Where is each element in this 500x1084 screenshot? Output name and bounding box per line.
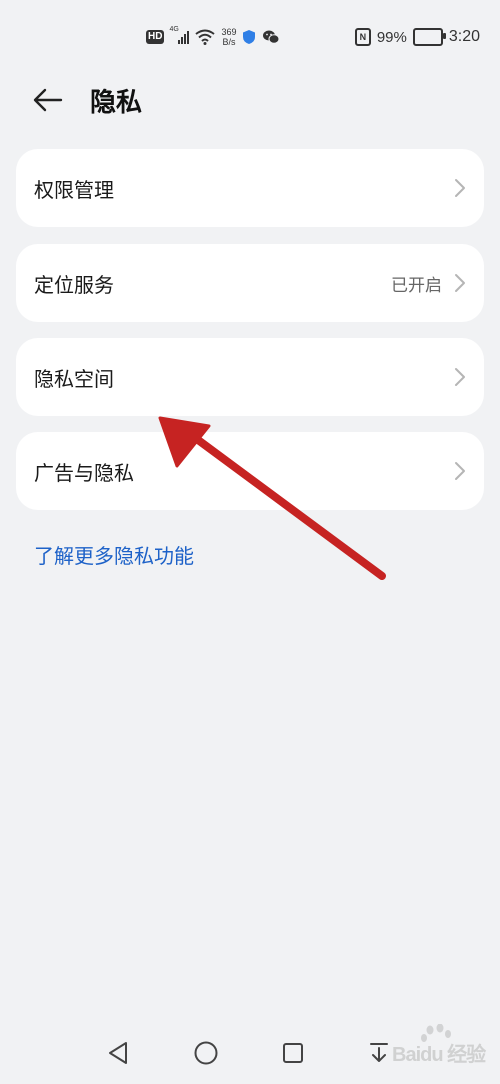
baidu-watermark: Baidu 经验 <box>390 1024 490 1080</box>
private-space-label: 隐私空间 <box>34 366 114 391</box>
shield-icon <box>243 30 256 44</box>
nav-back-button[interactable] <box>106 1040 130 1066</box>
network-speed: 369 B/s <box>221 27 237 47</box>
back-button[interactable] <box>24 80 72 120</box>
permission-management-item[interactable]: 权限管理 <box>16 149 484 227</box>
chevron-right-icon <box>455 179 465 197</box>
location-service-status: 已开启 <box>391 275 442 296</box>
nfc-icon: N <box>354 28 371 46</box>
location-service-label: 定位服务 <box>34 272 114 297</box>
page-title: 隐私 <box>90 88 143 118</box>
hd-badge: HD <box>146 30 165 44</box>
status-left-icons: HD 4G 369 B/s <box>146 24 280 50</box>
nav-notification-drawer-button[interactable] <box>368 1040 390 1066</box>
status-bar: HD 4G 369 B/s N 99% 3:20 <box>0 0 500 72</box>
watermark-text: Baidu 经验 <box>392 1044 486 1066</box>
chevron-right-icon <box>455 462 465 480</box>
wechat-icon <box>263 30 280 44</box>
permission-management-label: 权限管理 <box>34 177 114 202</box>
ads-and-privacy-label: 广告与隐私 <box>34 460 134 485</box>
chevron-right-icon <box>455 368 465 386</box>
battery-percent: 99% <box>376 28 407 46</box>
clock: 3:20 <box>448 28 480 45</box>
private-space-item[interactable]: 隐私空间 <box>16 338 484 416</box>
status-right-icons: N 99% 3:20 <box>354 24 480 50</box>
cellular-signal-icon: 4G <box>169 26 190 44</box>
nav-recents-button[interactable] <box>281 1040 305 1066</box>
wifi-icon <box>195 29 216 45</box>
page-header: 隐私 <box>0 72 500 128</box>
nav-home-button[interactable] <box>193 1040 219 1066</box>
battery-icon <box>412 28 446 46</box>
ads-and-privacy-item[interactable]: 广告与隐私 <box>16 432 484 510</box>
location-service-item[interactable]: 定位服务 已开启 <box>16 244 484 322</box>
chevron-right-icon <box>455 274 465 292</box>
learn-more-privacy-link[interactable]: 了解更多隐私功能 <box>34 540 194 569</box>
back-arrow-icon <box>33 88 63 112</box>
